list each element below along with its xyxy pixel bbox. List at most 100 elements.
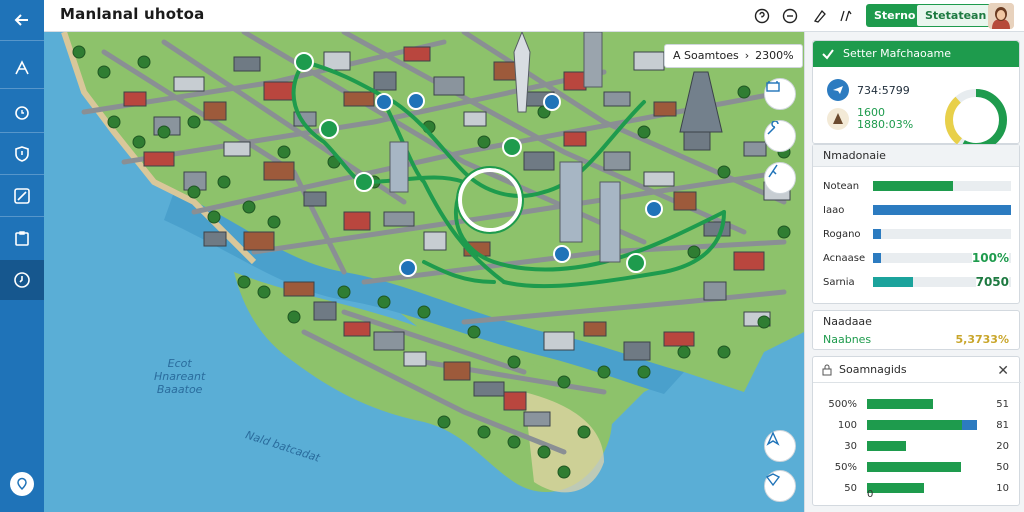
bar-row: Rogano	[823, 227, 1013, 241]
rail-item-timer[interactable]	[0, 260, 44, 300]
rail-item-clipboard[interactable]	[0, 218, 44, 258]
app-title: Manlanal uhotoa	[60, 5, 205, 23]
lock-icon	[822, 364, 832, 376]
timer-icon	[14, 272, 30, 288]
tree	[737, 85, 751, 99]
stat-value-flights: 734:5799	[857, 83, 910, 97]
frame-icon	[766, 81, 780, 92]
back-arrow-icon	[14, 14, 28, 26]
segment-row: 500% 51	[823, 397, 1013, 411]
map-marker	[319, 119, 339, 139]
building	[343, 321, 371, 337]
avatar[interactable]	[988, 3, 1014, 29]
secondary-button[interactable]: Stetatean	[916, 4, 996, 27]
tree	[97, 65, 111, 79]
building	[683, 131, 711, 151]
tree	[477, 425, 491, 439]
north-button[interactable]	[764, 430, 796, 462]
scale-label: A Soamtoes	[673, 49, 739, 62]
locate-button[interactable]	[764, 470, 796, 502]
segment-label: 50%	[834, 461, 857, 473]
bar-fill	[873, 205, 1011, 215]
bar-value: 7050	[975, 275, 1009, 289]
building	[423, 231, 447, 251]
tree	[467, 325, 481, 339]
building	[663, 331, 695, 347]
primary-button[interactable]: Sterno	[866, 4, 924, 27]
close-icon[interactable]: ✕	[997, 363, 1009, 379]
tree	[577, 425, 591, 439]
segment-accent	[961, 420, 977, 430]
bar-row: Sarnia 7050	[823, 275, 1013, 289]
tree	[677, 345, 691, 359]
building	[263, 161, 295, 181]
segment-value: 81	[996, 419, 1009, 431]
tree	[507, 435, 521, 449]
segments-header: Soamnagids	[813, 357, 1021, 383]
segments-card: Soamnagids ✕ 500% 51 100 81 30 20 50% 50 50 10 0	[812, 356, 1021, 506]
tree	[637, 125, 651, 139]
tree	[257, 285, 271, 299]
segment-track	[867, 441, 977, 451]
segment-track	[867, 420, 977, 430]
tree	[337, 285, 351, 299]
draw-button[interactable]	[810, 6, 830, 26]
bar-row: Acnaase 100%	[823, 251, 1013, 265]
history-button[interactable]	[780, 6, 800, 26]
plane-icon	[827, 79, 849, 101]
map-marker	[626, 253, 646, 273]
segments-footer: 0	[867, 489, 874, 500]
map-marker	[645, 200, 663, 218]
tools-button[interactable]	[764, 120, 796, 152]
building	[603, 151, 631, 171]
help-button[interactable]	[752, 6, 772, 26]
building	[473, 381, 505, 397]
segment-value: 51	[996, 398, 1009, 410]
building	[433, 76, 465, 96]
map-marker	[294, 52, 314, 72]
rail-item-route[interactable]	[0, 48, 44, 88]
building	[323, 51, 351, 71]
tree	[377, 295, 391, 309]
building	[603, 91, 631, 107]
rail-item-alarm[interactable]	[0, 92, 44, 132]
bar-fill	[873, 253, 882, 263]
map-canvas[interactable]: Ecot Hnareant Baaatoe Nald batcadat A So…	[44, 32, 804, 512]
layers-button[interactable]	[836, 6, 856, 26]
breakdown-card: Nmadonaie Notean Iaao Rogano Acnaase 100% Sar…	[812, 144, 1020, 304]
back-button[interactable]	[0, 0, 44, 40]
scale-control[interactable]: A Soamtoes › 2300%	[664, 44, 803, 68]
location-button[interactable]	[10, 472, 34, 496]
tree	[187, 115, 201, 129]
compass-icon	[14, 188, 30, 204]
building	[263, 81, 295, 101]
building	[303, 191, 327, 207]
building	[203, 101, 227, 121]
rail-item-shield[interactable]	[0, 134, 44, 174]
frame-button[interactable]	[764, 78, 796, 110]
building	[233, 56, 261, 72]
pin-button[interactable]	[764, 162, 796, 194]
clipboard-icon	[15, 231, 29, 246]
building	[563, 131, 587, 147]
tree	[137, 55, 151, 69]
building	[633, 51, 665, 71]
tree	[437, 415, 451, 429]
segment-label: 500%	[828, 398, 857, 410]
building	[623, 341, 651, 361]
tree	[717, 345, 731, 359]
segment-value: 20	[996, 440, 1009, 452]
totals-label-2: Naabnes	[823, 333, 872, 346]
segments-title: Soamnagids	[839, 363, 907, 376]
water-label-bay: Ecot Hnareant Baaatoe	[154, 357, 206, 396]
tree	[687, 245, 701, 259]
map-marker	[502, 137, 522, 157]
tree	[757, 315, 771, 329]
stat-row-flights: 734:5799	[827, 79, 910, 101]
tree	[597, 365, 611, 379]
rail-item-compass[interactable]	[0, 176, 44, 216]
segment-row: 100 81	[823, 418, 1013, 432]
shield-icon	[15, 146, 29, 162]
building	[703, 221, 731, 237]
building	[503, 391, 527, 411]
